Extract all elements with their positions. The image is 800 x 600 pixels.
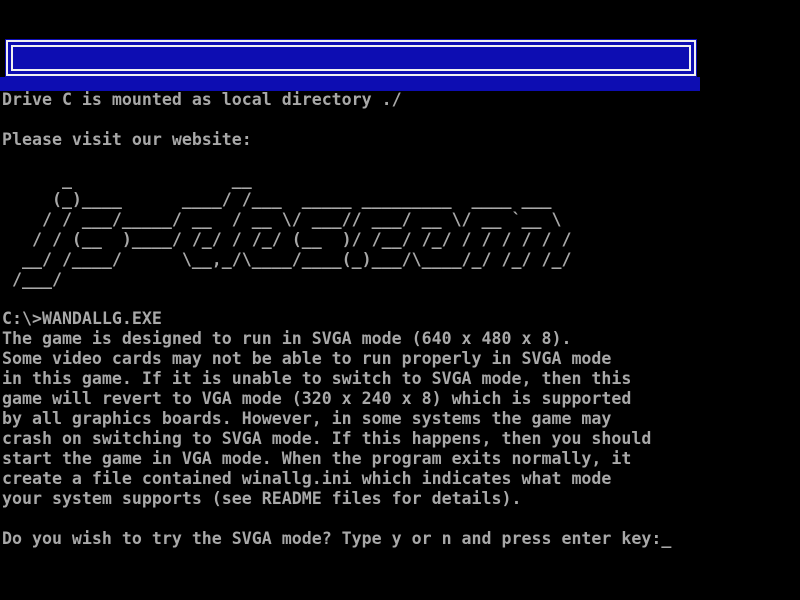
dosbox-url-text: http://www.dosbox.com xyxy=(285,70,495,71)
command-line: C:\>WANDALLG.EXE xyxy=(2,309,162,329)
website-message: Please visit our website: xyxy=(2,130,252,150)
dosbox-screen[interactable]: The DOSBox Team http://www.dosbox.com Dri… xyxy=(0,0,800,600)
svga-prompt-line[interactable]: Do you wish to try the SVGA mode? Type y… xyxy=(2,529,671,549)
dosbox-banner: The DOSBox Team http://www.dosbox.com xyxy=(5,39,697,77)
jsdos-ascii-logo: _ __ (_)____ ____/ /___ _____ _________ … xyxy=(2,170,571,290)
banner-bottom-strip xyxy=(0,77,700,91)
banner-outer-border: The DOSBox Team http://www.dosbox.com xyxy=(6,40,696,76)
dosbox-team-label: The DOSBox Team xyxy=(125,70,275,71)
svga-prompt-text: Do you wish to try the SVGA mode? Type y… xyxy=(2,529,661,548)
banner-text: The DOSBox Team http://www.dosbox.com xyxy=(13,47,689,69)
banner-inner-border: The DOSBox Team http://www.dosbox.com xyxy=(11,45,691,71)
text-cursor[interactable]: _ xyxy=(661,529,671,548)
mount-message: Drive C is mounted as local directory ./ xyxy=(2,90,402,110)
game-info-text: The game is designed to run in SVGA mode… xyxy=(2,329,651,509)
